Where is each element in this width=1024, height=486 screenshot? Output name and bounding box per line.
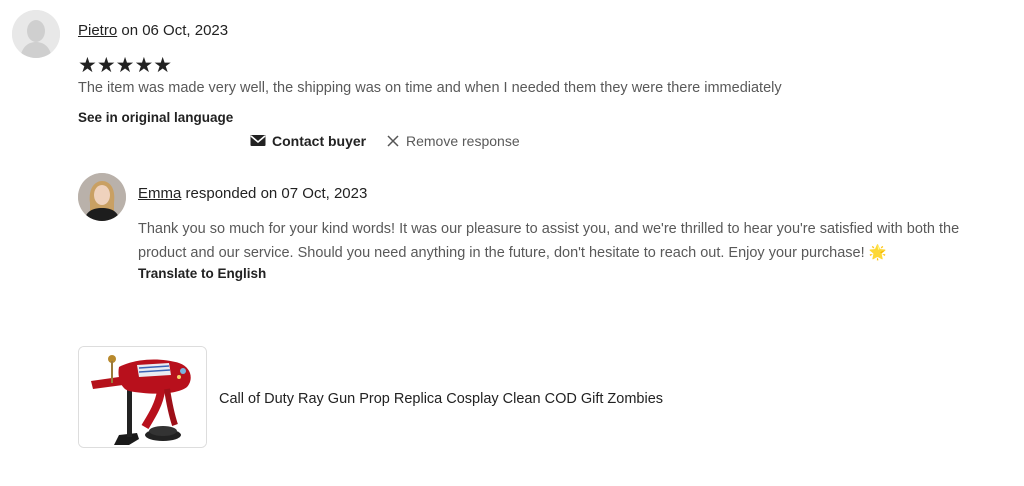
response-header: Emma responded on 07 Oct, 2023 (138, 185, 367, 202)
ray-gun-product-image (79, 347, 206, 447)
star-rating: ★★★★★ (78, 54, 173, 77)
contact-buyer-button[interactable]: Contact buyer (250, 133, 366, 149)
reviewer-name-link[interactable]: Pietro (78, 22, 117, 39)
review-header: Pietro on 06 Oct, 2023 (78, 22, 228, 39)
default-user-icon (12, 10, 60, 58)
response-date: responded on 07 Oct, 2023 (181, 185, 368, 202)
review-text: The item was made very well, the shippin… (78, 80, 782, 96)
product-title-link[interactable]: Call of Duty Ray Gun Prop Replica Cospla… (219, 391, 663, 407)
remove-response-button[interactable]: Remove response (386, 133, 520, 149)
reviewer-avatar (12, 10, 60, 58)
close-icon (387, 135, 399, 147)
translate-to-english-link[interactable]: Translate to English (138, 266, 266, 281)
responder-avatar (78, 173, 126, 221)
seller-photo (78, 173, 126, 221)
contact-buyer-label: Contact buyer (272, 133, 367, 149)
remove-response-label: Remove response (406, 133, 520, 149)
envelope-icon (250, 135, 266, 146)
see-original-language-link[interactable]: See in original language (78, 110, 233, 125)
product-thumbnail[interactable] (78, 346, 207, 448)
responder-name-link[interactable]: Emma (138, 185, 181, 202)
review-date: on 06 Oct, 2023 (117, 22, 229, 39)
response-text: Thank you so much for your kind words! I… (138, 221, 960, 261)
